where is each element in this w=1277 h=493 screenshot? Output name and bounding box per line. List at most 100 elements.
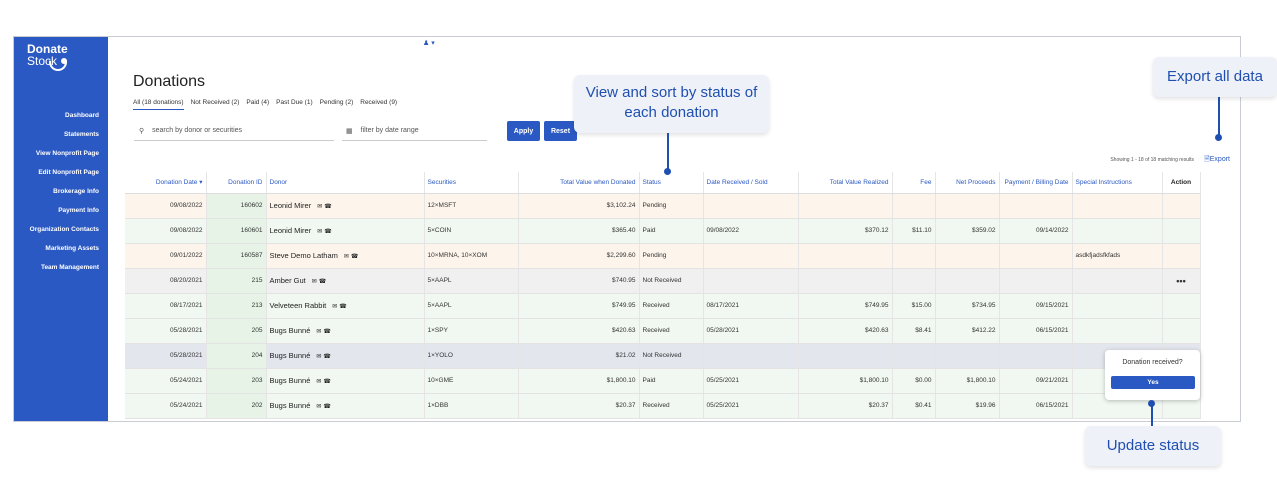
search-input[interactable]: ⚲ search by donor or securities xyxy=(134,121,334,141)
cell-status-text: Received xyxy=(642,302,670,309)
cell-special-instructions xyxy=(1072,318,1163,344)
sidebar-item-team-management[interactable]: Team Management xyxy=(30,262,99,281)
cell-date-received xyxy=(703,268,799,294)
cell-action[interactable]: ••• xyxy=(1162,268,1201,294)
sidebar-item-view-nonprofit-page[interactable]: View Nonprofit Page xyxy=(30,148,99,167)
cell-donation-date-text: 08/17/2021 xyxy=(169,302,203,309)
cell-action[interactable] xyxy=(1162,243,1201,269)
cell-donation-date-text: 05/28/2021 xyxy=(169,352,203,359)
col-securities[interactable]: Securities xyxy=(424,172,519,194)
col-total-value-donated[interactable]: Total Value when Donated xyxy=(518,172,640,194)
table-row[interactable]: 08/17/2021 213 Velveteen Rabbit ✉☎ 5×AAPL $74… xyxy=(125,293,1201,319)
cell-billing-date: 09/15/2021 xyxy=(999,293,1073,319)
col-billing-date[interactable]: Payment / Billing Date xyxy=(999,172,1073,194)
table-row[interactable]: 05/28/2021 205 Bugs Bunné ✉☎ 1×SPY $420.63 Rec… xyxy=(125,318,1201,344)
cell-billing-date-text: 09/21/2021 xyxy=(1035,377,1069,384)
sidebar-item-marketing-assets[interactable]: Marketing Assets xyxy=(30,243,99,262)
cell-action[interactable] xyxy=(1162,293,1201,319)
sidebar-item-brokerage-info[interactable]: Brokerage Info xyxy=(30,186,99,205)
cell-date-received-text: 05/25/2021 xyxy=(706,377,740,384)
contact-icons[interactable]: ✉☎ xyxy=(317,229,334,235)
sidebar-item-organization-contacts[interactable]: Organization Contacts xyxy=(30,224,99,243)
cell-donor: Bugs Bunné ✉☎ xyxy=(266,318,425,344)
contact-icons[interactable]: ✉☎ xyxy=(316,379,333,385)
contact-icons[interactable]: ✉☎ xyxy=(332,304,349,310)
tab-paid[interactable]: Paid (4) xyxy=(246,99,269,110)
table-row[interactable]: 08/20/2021 215 Amber Gut ✉☎ 5×AAPL $740.95 Not… xyxy=(125,268,1201,294)
reset-button[interactable]: Reset xyxy=(544,121,577,141)
cell-donor-text: Bugs Bunné xyxy=(269,376,311,385)
cell-donation-id: 204 xyxy=(206,343,267,369)
col-date-received[interactable]: Date Received / Sold xyxy=(703,172,799,194)
cell-donation-date: 09/01/2022 xyxy=(125,243,207,269)
cell-total-value-text: $2,299.60 xyxy=(606,252,636,259)
cell-net-proceeds: $412.22 xyxy=(935,318,1000,344)
cell-total-value: $365.40 xyxy=(518,218,640,244)
contact-icons[interactable]: ✉☎ xyxy=(316,329,333,335)
cell-value-realized-text: $370.12 xyxy=(865,227,889,234)
cell-securities-text: 10×MRNA, 10×XOM xyxy=(427,252,488,259)
cell-securities-text: 1×DBB xyxy=(427,402,449,409)
cell-donation-id-text: 203 xyxy=(251,377,263,384)
table-row[interactable]: 09/08/2022 160602 Leonid Mirer ✉☎ 12×MSFT $3,… xyxy=(125,193,1201,219)
cell-status-text: Pending xyxy=(642,202,667,209)
table-row[interactable]: 09/01/2022 160587 Steve Demo Latham ✉☎ 10×MR… xyxy=(125,243,1201,269)
apply-button[interactable]: Apply xyxy=(507,121,540,141)
col-donation-date[interactable]: Donation Date ▾ xyxy=(125,172,207,194)
cell-fee: $8.41 xyxy=(892,318,936,344)
cell-status: Paid xyxy=(639,368,704,394)
col-fee[interactable]: Fee xyxy=(892,172,936,194)
cell-action[interactable] xyxy=(1162,218,1201,244)
cell-total-value: $420.63 xyxy=(518,318,640,344)
sidebar-item-edit-nonprofit-page[interactable]: Edit Nonprofit Page xyxy=(30,167,99,186)
sidebar-item-statements[interactable]: Statements xyxy=(30,129,99,148)
tab-pending[interactable]: Pending (2) xyxy=(320,99,354,110)
cell-billing-date-text: 09/15/2021 xyxy=(1035,302,1069,309)
tab-all[interactable]: All (18 donations) xyxy=(133,99,184,110)
col-net-proceeds[interactable]: Net Proceeds xyxy=(935,172,1000,194)
cell-donor-text: Bugs Bunné xyxy=(269,401,311,410)
cell-donation-date: 05/24/2021 xyxy=(125,368,207,394)
cell-billing-date-text: 09/14/2022 xyxy=(1035,227,1069,234)
contact-icons[interactable]: ✉☎ xyxy=(344,254,361,260)
col-donor[interactable]: Donor xyxy=(266,172,425,194)
cell-total-value: $740.95 xyxy=(518,268,640,294)
table-row[interactable]: 05/28/2021 204 Bugs Bunné ✉☎ 1×YOLO $21.02 Not… xyxy=(125,343,1201,369)
table-row[interactable]: 05/24/2021 202 Bugs Bunné ✉☎ 1×DBB $20.37 Rece… xyxy=(125,393,1201,419)
contact-icons[interactable]: ✉☎ xyxy=(312,279,329,285)
cell-action[interactable] xyxy=(1162,193,1201,219)
yes-button[interactable]: Yes xyxy=(1111,376,1195,389)
cell-donation-date: 09/08/2022 xyxy=(125,193,207,219)
cell-securities: 5×AAPL xyxy=(424,293,519,319)
table-row[interactable]: 09/08/2022 160601 Leonid Mirer ✉☎ 5×COIN $365… xyxy=(125,218,1201,244)
cell-action[interactable] xyxy=(1162,318,1201,344)
cell-securities-text: 1×SPY xyxy=(427,327,448,334)
sidebar-item-dashboard[interactable]: Dashboard xyxy=(30,110,99,129)
tab-not-received[interactable]: Not Received (2) xyxy=(191,99,240,110)
sidebar-item-payment-info[interactable]: Payment Info xyxy=(30,205,99,224)
tab-past-due[interactable]: Past Due (1) xyxy=(276,99,313,110)
export-button[interactable]: 🗎Export xyxy=(1204,155,1230,166)
col-donation-id[interactable]: Donation ID xyxy=(206,172,267,194)
cell-total-value-text: $3,102.24 xyxy=(606,202,636,209)
sidebar-nav: Dashboard Statements View Nonprofit Page… xyxy=(30,110,99,281)
results-count: Showing 1 - 18 of 18 matching results xyxy=(1110,157,1194,163)
cell-fee-text: $11.10 xyxy=(912,227,932,234)
cell-status-text: Not Received xyxy=(642,277,682,284)
cell-status-text: Pending xyxy=(642,252,667,259)
cell-donation-date-text: 09/01/2022 xyxy=(169,252,203,259)
contact-icons[interactable]: ✉☎ xyxy=(317,204,334,210)
user-icon[interactable]: ♟ ▾ xyxy=(423,39,435,47)
col-total-value-realized[interactable]: Total Value Realized xyxy=(798,172,893,194)
search-placeholder: search by donor or securities xyxy=(152,127,243,134)
contact-icons[interactable]: ✉☎ xyxy=(316,404,333,410)
cell-securities-text: 12×MSFT xyxy=(427,202,457,209)
contact-icons[interactable]: ✉☎ xyxy=(316,354,333,360)
cell-donation-date: 09/08/2022 xyxy=(125,218,207,244)
col-status[interactable]: Status xyxy=(639,172,704,194)
table-row[interactable]: 05/24/2021 203 Bugs Bunné ✉☎ 10×GME $1,800.10… xyxy=(125,368,1201,394)
date-range-filter[interactable]: ▦ filter by date range xyxy=(342,121,487,141)
col-special-instructions[interactable]: Special Instructions xyxy=(1072,172,1163,194)
cell-fee-text: $0.00 xyxy=(915,377,932,384)
tab-received[interactable]: Received (9) xyxy=(360,99,397,110)
